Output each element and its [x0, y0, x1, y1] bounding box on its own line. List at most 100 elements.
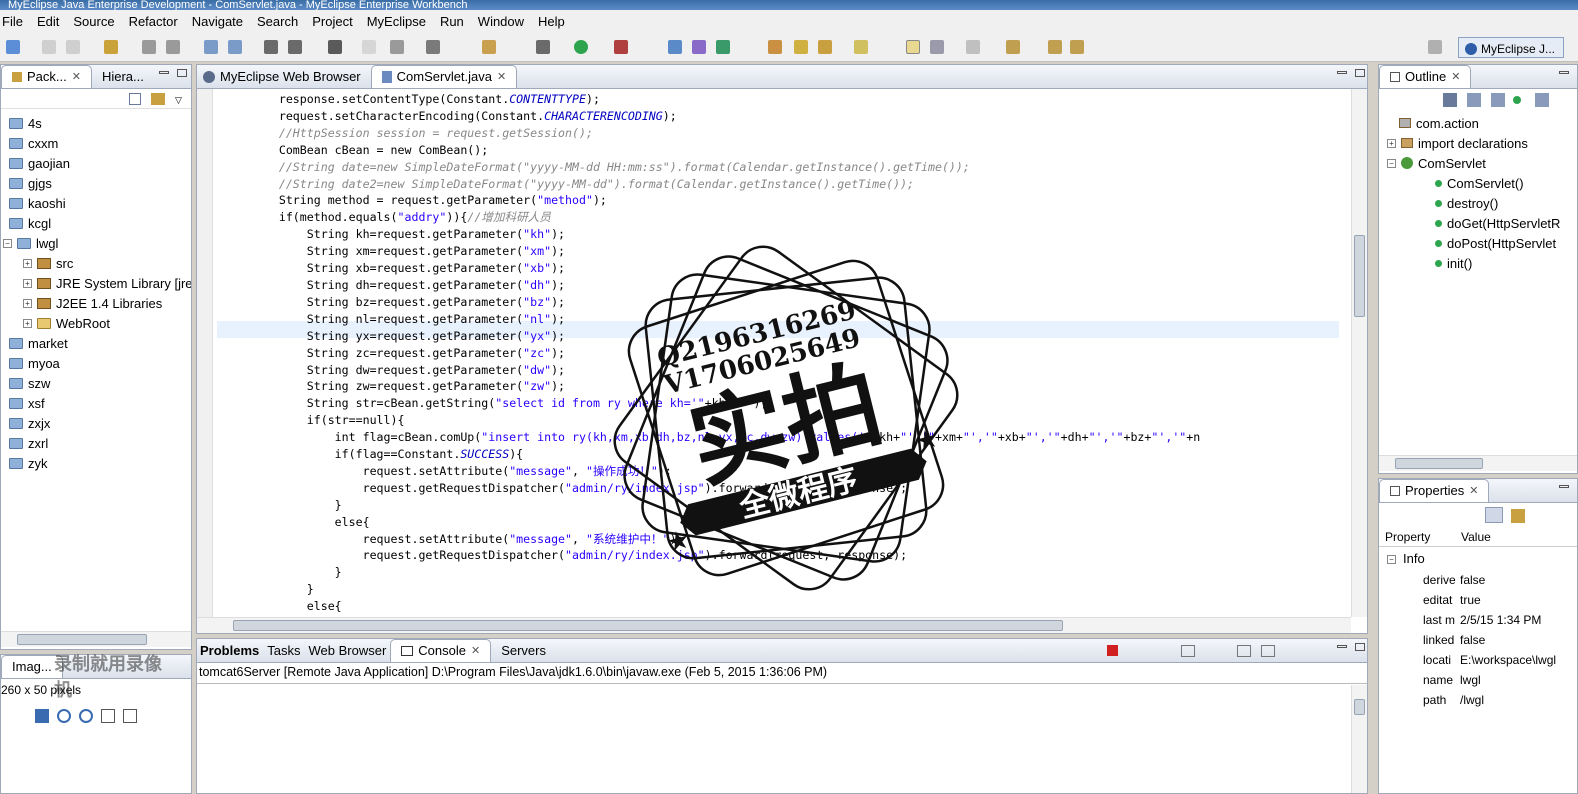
expand-icon[interactable]: +: [23, 298, 32, 308]
minimize-icon[interactable]: [1559, 71, 1569, 74]
forward-icon[interactable]: [1070, 40, 1084, 54]
tab-hierarchy[interactable]: Hiera...: [92, 66, 154, 88]
tree-item[interactable]: zyk: [9, 453, 48, 473]
pin-console-icon[interactable]: [1237, 645, 1251, 657]
menu-run[interactable]: Run: [433, 14, 471, 29]
package-icon[interactable]: [482, 40, 496, 54]
tab-web-browser-view[interactable]: Web Browser: [304, 640, 390, 662]
collapse-icon[interactable]: −: [1387, 555, 1396, 564]
expand-icon[interactable]: +: [1387, 138, 1396, 148]
property-row[interactable]: path/lwgl: [1379, 693, 1577, 713]
search-icon[interactable]: [794, 40, 808, 54]
menu-myeclipse[interactable]: MyEclipse: [360, 14, 433, 29]
browse-icon[interactable]: [228, 40, 242, 54]
scrollbar-thumb[interactable]: [17, 634, 147, 645]
tree-item[interactable]: zxrl: [9, 433, 48, 453]
toggle-icon[interactable]: [906, 40, 920, 54]
categories-icon[interactable]: [1485, 507, 1503, 523]
annotation-icon[interactable]: [854, 40, 868, 54]
task-icon[interactable]: [818, 40, 832, 54]
property-row[interactable]: name lwgl: [1379, 673, 1577, 693]
menu-edit[interactable]: Edit: [30, 14, 66, 29]
collapse-icon[interactable]: −: [1387, 158, 1396, 168]
terminate-icon[interactable]: [1107, 645, 1118, 656]
tab-tasks[interactable]: Tasks: [263, 640, 304, 662]
hide-static-icon[interactable]: [1491, 93, 1505, 107]
vertical-scrollbar[interactable]: [1351, 89, 1367, 617]
tree-item-lwgl[interactable]: − lwgl: [3, 233, 58, 253]
tab-console[interactable]: Console ✕: [390, 639, 492, 662]
new-icon[interactable]: [6, 40, 20, 54]
run-icon[interactable]: [574, 40, 588, 54]
fit-icon[interactable]: [35, 709, 49, 723]
menu-window[interactable]: Window: [471, 14, 531, 29]
display-console-icon[interactable]: [1261, 645, 1275, 657]
value-column-header[interactable]: Value: [1461, 530, 1491, 544]
tools-icon[interactable]: [264, 40, 278, 54]
open-icon[interactable]: [104, 40, 118, 54]
minimize-icon[interactable]: [1337, 645, 1347, 648]
scrollbar-thumb[interactable]: [1354, 235, 1365, 317]
tree-item[interactable]: kaoshi: [9, 193, 66, 213]
tree-item[interactable]: gjgs: [9, 173, 52, 193]
sort-icon[interactable]: [1443, 93, 1457, 107]
new-interface-icon[interactable]: [692, 40, 706, 54]
close-icon[interactable]: ✕: [471, 644, 480, 657]
minimize-icon[interactable]: [159, 71, 169, 74]
collapse-all-icon[interactable]: [129, 93, 141, 105]
hide-local-types-icon[interactable]: [1535, 93, 1549, 107]
scrollbar-thumb[interactable]: [1354, 699, 1365, 715]
tab-problems[interactable]: Problems: [197, 640, 263, 662]
vertical-scrollbar[interactable]: [1351, 685, 1367, 793]
menu-search[interactable]: Search: [250, 14, 305, 29]
outline-package[interactable]: com.action: [1399, 113, 1479, 133]
horizontal-scrollbar[interactable]: [197, 617, 1351, 633]
outline-class[interactable]: − ComServlet: [1387, 153, 1486, 173]
tab-image[interactable]: Imag...: [1, 655, 63, 678]
tab-comservlet[interactable]: ComServlet.java ✕: [370, 65, 518, 88]
property-row[interactable]: derive false: [1379, 573, 1577, 593]
refresh-icon[interactable]: [390, 40, 404, 54]
build-icon[interactable]: [142, 40, 156, 54]
hide-fields-icon[interactable]: [1467, 93, 1481, 107]
scrollbar-thumb[interactable]: [1395, 458, 1483, 469]
outline-method[interactable]: destroy(): [1435, 193, 1498, 213]
back-icon[interactable]: [1048, 40, 1062, 54]
show-whitespace-icon[interactable]: [930, 40, 944, 54]
open-type-icon[interactable]: [426, 40, 440, 54]
outline-method[interactable]: doGet(HttpServletR: [1435, 213, 1560, 233]
tab-outline[interactable]: Outline ✕: [1379, 65, 1472, 88]
close-icon[interactable]: ✕: [497, 70, 506, 83]
new-class-icon[interactable]: [668, 40, 682, 54]
wizard-icon[interactable]: [288, 40, 302, 54]
close-icon[interactable]: ✕: [72, 70, 81, 83]
tree-item[interactable]: market: [9, 333, 68, 353]
horizontal-scrollbar[interactable]: [1, 631, 191, 647]
tree-item[interactable]: + src: [23, 253, 73, 273]
zoom-out-icon[interactable]: [57, 709, 71, 723]
menu-refactor[interactable]: Refactor: [122, 14, 185, 29]
perspective-switcher[interactable]: MyEclipse J...: [1457, 37, 1564, 58]
debug-icon[interactable]: [536, 40, 550, 54]
tree-item[interactable]: gaojian: [9, 153, 70, 173]
expand-icon[interactable]: +: [23, 278, 32, 288]
menu-navigate[interactable]: Navigate: [185, 14, 250, 29]
disabled-icon[interactable]: [362, 40, 376, 54]
server-icon[interactable]: [204, 40, 218, 54]
tree-item[interactable]: + JRE System Library [jre: [23, 273, 191, 293]
tree-item[interactable]: xsf: [9, 393, 45, 413]
minimize-icon[interactable]: [1337, 71, 1347, 74]
open-folder-icon[interactable]: [768, 40, 782, 54]
clear-console-icon[interactable]: [1181, 645, 1195, 657]
save-all-icon[interactable]: [66, 40, 80, 54]
deploy-icon[interactable]: [166, 40, 180, 54]
outline-imports[interactable]: + import declarations: [1387, 133, 1528, 153]
tree-item[interactable]: 4s: [9, 113, 42, 133]
outline-method[interactable]: ComServlet(): [1435, 173, 1524, 193]
zoom-in-icon[interactable]: [79, 709, 93, 723]
tree-item[interactable]: kcgl: [9, 213, 51, 233]
actual-size-icon[interactable]: [101, 709, 115, 723]
property-column-header[interactable]: Property: [1385, 530, 1430, 544]
save-icon[interactable]: [42, 40, 56, 54]
maximize-icon[interactable]: [1355, 643, 1365, 651]
